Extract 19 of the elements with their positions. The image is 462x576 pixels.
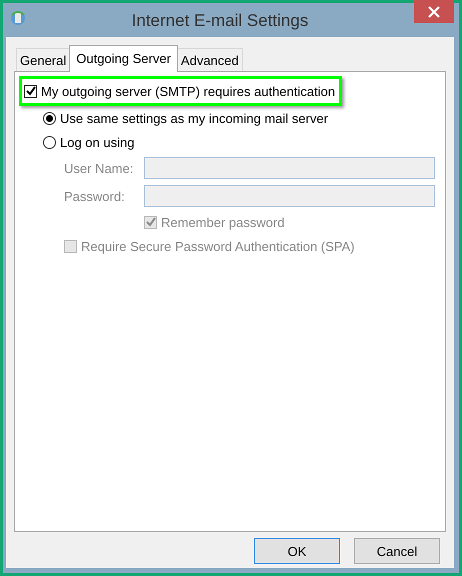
- dialog-button[interactable]: OK: [254, 538, 340, 564]
- checkbox-label: Require Secure Password Authentication (SPA): [81, 238, 355, 254]
- tab[interactable]: Outgoing Server: [69, 45, 178, 72]
- window-title: Internet E-mail Settings: [130, 11, 310, 31]
- checkbox[interactable]: [24, 84, 37, 98]
- tab[interactable]: General: [16, 48, 70, 71]
- app-icon: [10, 9, 26, 27]
- radio-label: Use same settings as my incoming mail server: [60, 110, 328, 126]
- close-button[interactable]: [414, 0, 454, 23]
- close-icon: [428, 6, 440, 18]
- field-label: User Name:: [64, 160, 134, 176]
- field-label: Password:: [64, 188, 126, 204]
- checkbox-label: Remember password: [161, 214, 285, 230]
- radio-button[interactable]: [43, 112, 56, 124]
- dialog-button[interactable]: Cancel: [354, 538, 440, 564]
- checkbox-label: My outgoing server (SMTP) requires authentication: [41, 84, 336, 98]
- radio-button[interactable]: [43, 136, 56, 148]
- tab[interactable]: Advanced: [176, 48, 243, 71]
- radio-label: Log on using: [60, 134, 134, 150]
